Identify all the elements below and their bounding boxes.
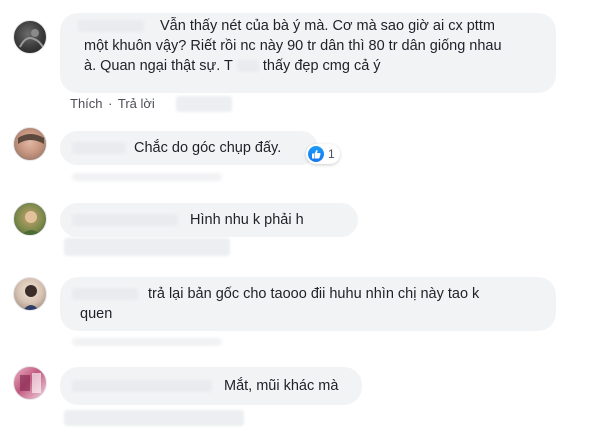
avatar[interactable] [13,20,47,54]
hidden-content-redacted [64,238,230,256]
hidden-content-redacted [64,410,244,426]
comment-text: Chắc do góc chụp đấy. [134,140,282,156]
comment-text-line-1: trả lại bản gốc cho taooo đii huhu nhìn … [148,286,480,302]
user-photo-icon [19,29,45,50]
avatar[interactable] [13,277,47,311]
avatar[interactable] [13,202,47,236]
reaction-count: 1 [328,147,335,161]
comment-text-line-3b: thấy đẹp cmg cả ý [262,58,381,74]
author-name-redacted[interactable] [72,288,138,301]
timestamp-redacted [176,96,232,112]
user-photo-icon [21,211,41,235]
comment-bubble: Vẫn thấy nét của bà ý mà. Cơ mà sao giờ … [60,13,556,93]
separator: · [108,96,113,111]
comment-bubble: Hình nhu k phải h [60,203,358,237]
comment-bubble: Mắt, mũi khác mà [60,367,362,405]
author-name-redacted[interactable] [78,20,144,33]
comment-text-line-1: Vẫn thấy nét của bà ý mà. Cơ mà sao giờ … [160,18,495,34]
comment-actions-redacted [72,173,222,181]
thumbs-up-icon [308,146,324,162]
author-name-redacted[interactable] [72,214,178,227]
comment-actions: Thích · Trả lời [70,96,155,112]
user-photo-icon [23,285,39,310]
comment-text: Mắt, mũi khác mà [224,378,339,394]
comment-actions-redacted [72,338,222,346]
author-name-redacted[interactable] [72,142,126,155]
user-photo-icon [18,134,44,144]
comment-text-line-2: quen [80,306,113,322]
comment-text-line-3: à. Quan ngại thật sự. T [84,58,233,74]
reply-link[interactable]: Trả lời [118,96,155,111]
like-link[interactable]: Thích [70,96,103,111]
author-name-redacted[interactable] [72,380,212,393]
comment-bubble: Chắc do góc chụp đấy. [60,131,318,165]
user-photo-icon [20,373,41,393]
name-mention-redacted [236,60,259,73]
avatar[interactable] [13,127,47,161]
reaction-summary[interactable]: 1 [306,144,340,164]
comment-text: Hình nhu k phải h [190,212,304,228]
comment-text-line-2: một khuôn vậy? Riết rồi nc này 90 tr dân… [84,38,502,54]
comment-bubble: trả lại bản gốc cho taooo đii huhu nhìn … [60,277,556,331]
avatar[interactable] [13,366,47,400]
